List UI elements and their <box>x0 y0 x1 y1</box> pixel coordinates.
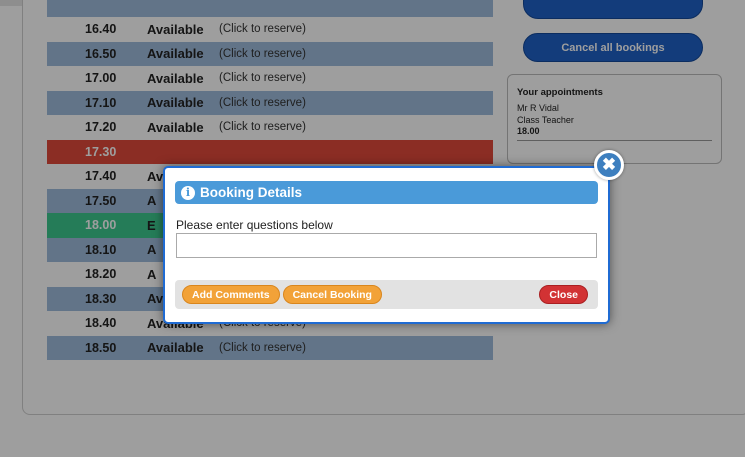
dialog-title: Booking Details <box>200 185 303 200</box>
questions-prompt: Please enter questions below <box>176 218 333 232</box>
cancel-booking-button[interactable]: Cancel Booking <box>282 285 382 304</box>
dialog-header: i Booking Details <box>175 181 598 204</box>
close-button[interactable]: Close <box>539 285 588 304</box>
questions-textarea[interactable] <box>176 233 597 258</box>
close-icon[interactable]: ✖ <box>594 150 624 180</box>
add-comments-button[interactable]: Add Comments <box>182 285 280 304</box>
info-icon: i <box>181 185 195 200</box>
dialog-action-bar: Add Comments Cancel Booking Close <box>175 280 598 309</box>
booking-details-dialog: i Booking Details Please enter questions… <box>163 166 610 324</box>
